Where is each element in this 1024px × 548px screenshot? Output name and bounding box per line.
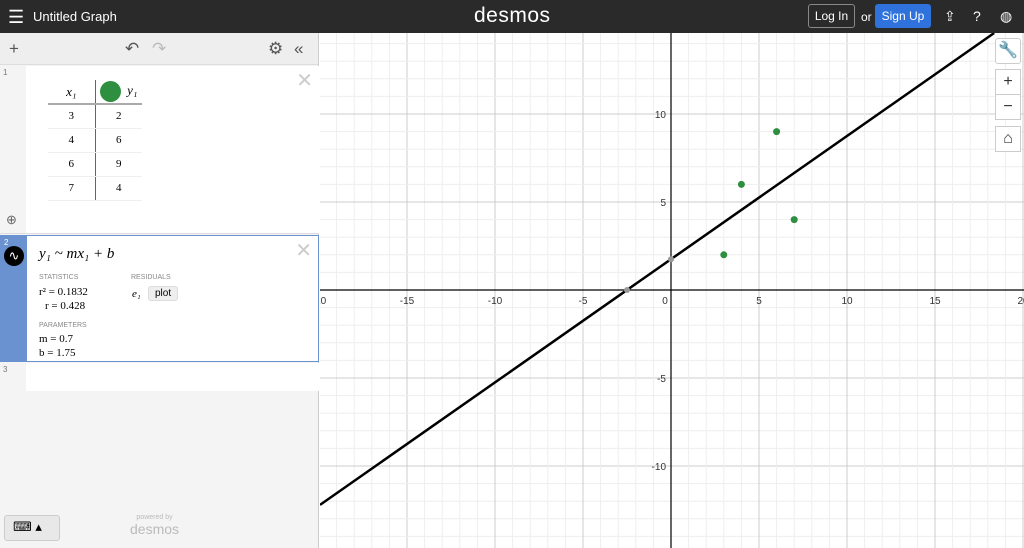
y-intercept-point bbox=[668, 256, 674, 263]
data-point bbox=[790, 216, 798, 224]
data-point bbox=[737, 180, 745, 188]
regression-line bbox=[320, 33, 995, 506]
help-icon[interactable]: ? bbox=[973, 8, 981, 24]
x-tick-label: 5 bbox=[756, 296, 762, 307]
redo-icon[interactable]: ↷ bbox=[152, 39, 166, 59]
r-value: r = 0.428 bbox=[45, 300, 86, 312]
table-row: 69 bbox=[48, 152, 142, 177]
residual-variable: e₁ bbox=[132, 288, 141, 300]
expression-index: 3 bbox=[0, 363, 26, 391]
parameters-label: PARAMETERS bbox=[39, 322, 87, 329]
keyboard-toggle-button[interactable]: ⌨ ▴ bbox=[4, 515, 60, 541]
add-icon[interactable]: + bbox=[9, 39, 19, 59]
x-intercept-point bbox=[624, 287, 630, 293]
gear-icon[interactable]: ⚙ bbox=[268, 39, 283, 59]
table-row: 74 bbox=[48, 176, 142, 201]
expression-toolbar: + ↶ ↷ ⚙ « bbox=[0, 33, 318, 65]
statistics-label: STATISTICS bbox=[39, 274, 79, 281]
close-icon[interactable]: ✕ bbox=[296, 68, 313, 93]
powered-by: powered by desmos bbox=[130, 514, 180, 537]
data-point bbox=[720, 251, 728, 259]
data-point bbox=[773, 128, 781, 136]
x-tick-label: 15 bbox=[929, 296, 941, 307]
column-header-x[interactable]: x₁ bbox=[48, 80, 96, 105]
data-table[interactable]: x₁ y₁ 32 46 69 74 bbox=[48, 80, 142, 201]
parameter-m: m = 0.7 bbox=[39, 333, 74, 345]
zoom-fit-icon[interactable]: ⊕ bbox=[6, 212, 17, 228]
regression-expression[interactable]: 2 ∿ ✕ y₁ ~ mx₁ + b STATISTICS r² = 0.183… bbox=[0, 235, 319, 362]
home-icon[interactable]: ⌂ bbox=[995, 126, 1021, 152]
x-tick-label: 10 bbox=[841, 296, 853, 307]
regression-icon: ∿ bbox=[4, 246, 24, 266]
close-icon[interactable]: ✕ bbox=[295, 238, 312, 263]
share-icon[interactable]: ⇪ bbox=[944, 8, 956, 25]
y-tick-label: -10 bbox=[652, 462, 667, 473]
signup-button[interactable]: Sign Up bbox=[875, 4, 931, 28]
top-bar: ☰ Untitled Graph desmos Log In or Sign U… bbox=[0, 0, 1024, 33]
globe-icon[interactable]: ◍ bbox=[1000, 8, 1012, 25]
x-tick-label: -5 bbox=[579, 296, 588, 307]
zoom-out-button[interactable]: − bbox=[995, 94, 1021, 120]
empty-expression[interactable]: 3 bbox=[0, 363, 319, 391]
table-expression[interactable]: 1 ✕ x₁ y₁ 32 46 69 74 ⊕ bbox=[0, 66, 319, 234]
table-row: 32 bbox=[48, 104, 142, 129]
x-tick-label: 20 bbox=[1017, 296, 1024, 307]
desmos-logo: desmos bbox=[474, 4, 551, 27]
column-header-y[interactable]: y₁ bbox=[95, 80, 142, 105]
y-tick-label: 10 bbox=[655, 110, 667, 121]
undo-icon[interactable]: ↶ bbox=[125, 39, 139, 59]
zoom-in-button[interactable]: + bbox=[995, 69, 1021, 95]
expression-list: + ↶ ↷ ⚙ « 1 ✕ x₁ y₁ 32 46 69 74 ⊕ 2 ∿ ✕ y… bbox=[0, 33, 319, 548]
x-tick-label: -15 bbox=[400, 296, 415, 307]
plot-residuals-button[interactable]: plot bbox=[148, 286, 179, 301]
graph-title[interactable]: Untitled Graph bbox=[33, 9, 117, 24]
r-squared: r² = 0.1832 bbox=[39, 286, 88, 298]
parameter-b: b = 1.75 bbox=[39, 347, 76, 359]
x-tick-label: -10 bbox=[488, 296, 503, 307]
or-text: or bbox=[861, 10, 872, 24]
residuals-label: RESIDUALS bbox=[131, 274, 171, 281]
login-button[interactable]: Log In bbox=[808, 4, 855, 28]
x-tick-label: -20 bbox=[320, 296, 327, 307]
table-row: 46 bbox=[48, 128, 142, 153]
menu-icon[interactable]: ☰ bbox=[8, 7, 24, 28]
x-tick-label: 0 bbox=[662, 296, 668, 307]
collapse-icon[interactable]: « bbox=[294, 39, 303, 59]
y-tick-label: -5 bbox=[657, 374, 666, 385]
y-tick-label: 5 bbox=[660, 198, 666, 209]
graph-canvas[interactable]: -20 -15 -10 -5 0 5 10 15 20 -10 -5 5 10 bbox=[320, 33, 1024, 548]
wrench-icon[interactable]: 🔧 bbox=[995, 38, 1021, 64]
expression-index: 1 bbox=[0, 66, 26, 233]
point-style-icon[interactable] bbox=[100, 81, 122, 102]
regression-formula[interactable]: y₁ ~ mx₁ + b bbox=[39, 246, 114, 263]
